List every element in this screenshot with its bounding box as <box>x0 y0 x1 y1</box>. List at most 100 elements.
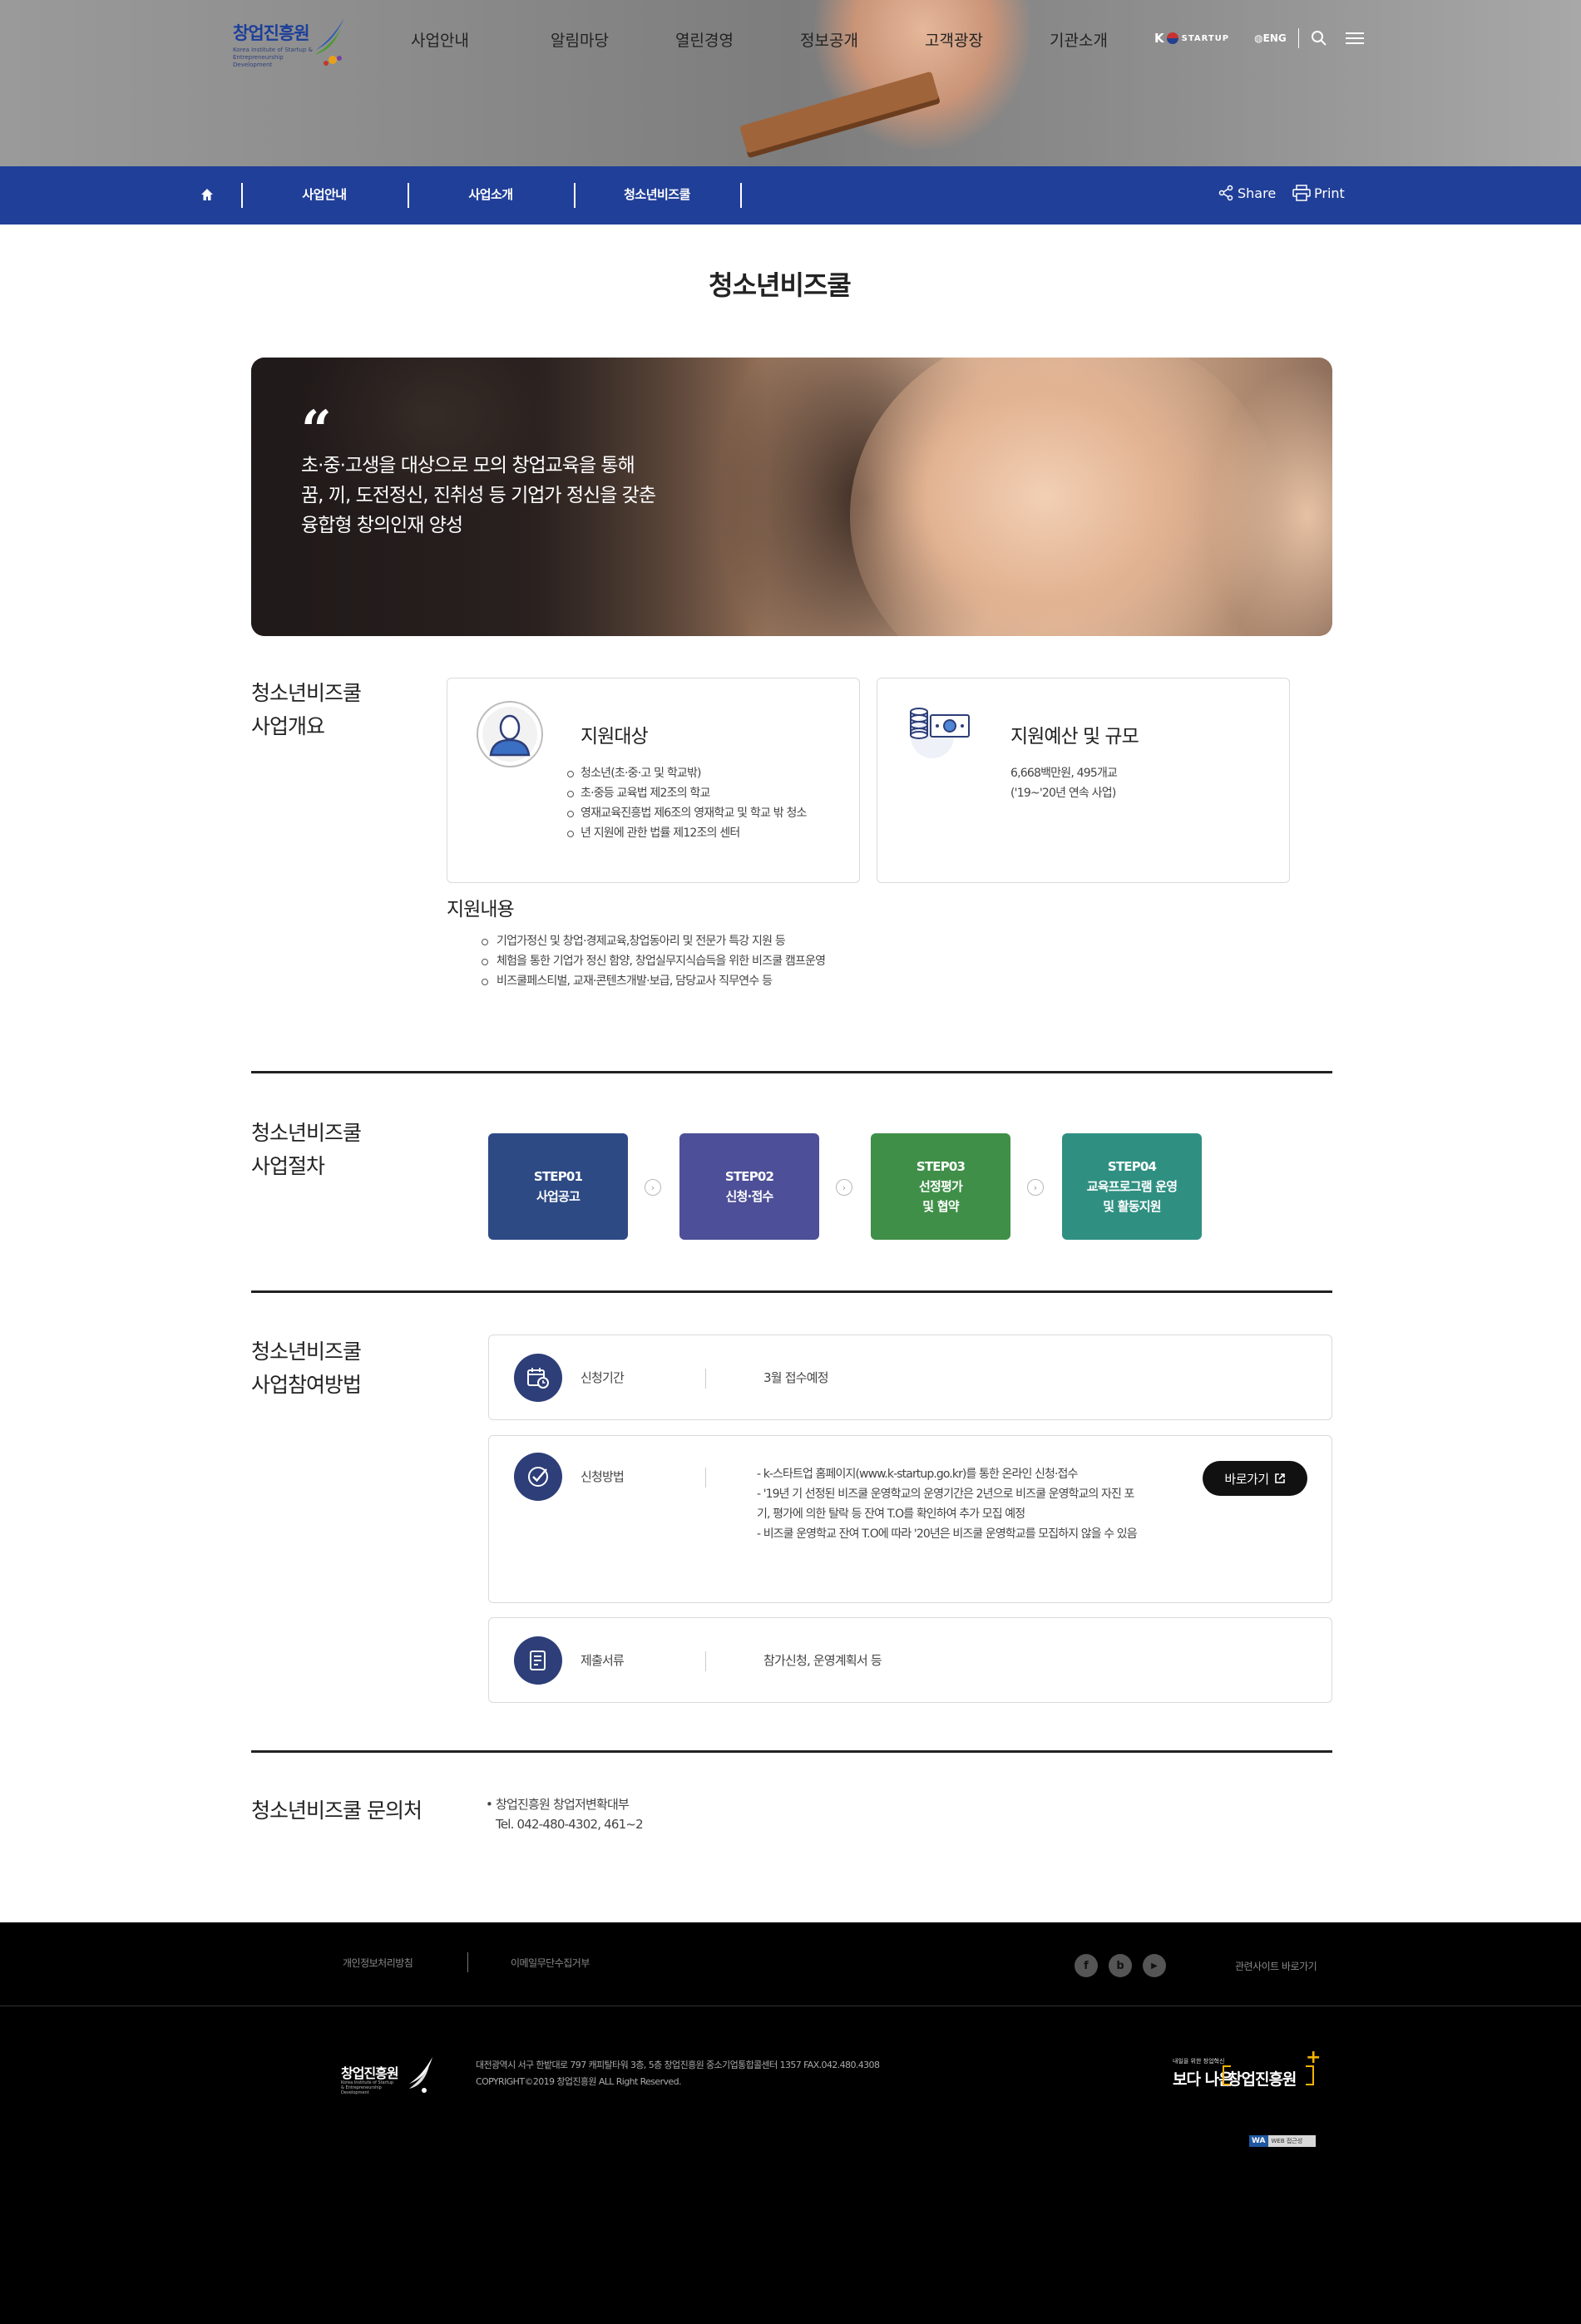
step-card-3[interactable]: STEP03 선정평가 및 협약 <box>871 1133 1010 1240</box>
procedure-title-line: 청소년비즈쿨 <box>251 1121 362 1145</box>
wa-text: WEB 접근성 <box>1271 2138 1303 2144</box>
kstartup-link[interactable]: K STARTUP <box>1154 31 1229 46</box>
participation-title-line: 사업참여방법 <box>251 1373 362 1397</box>
step-label: 신청·접수 <box>725 1189 774 1204</box>
method-label: 신청방법 <box>581 1469 625 1484</box>
support-list: 기업가정신 및 창업·경제교육,창업동아리 및 전문가 특강 지원 등 체험을 … <box>480 931 826 991</box>
step-arrow-icon: › <box>836 1179 852 1196</box>
gnb-item-about[interactable]: 기관소개 <box>1016 28 1141 51</box>
location-item-introduction[interactable]: 사업소개 <box>409 185 572 203</box>
kstartup-emblem-icon <box>1166 32 1178 44</box>
step-card-1[interactable]: STEP01 사업공고 <box>488 1133 628 1240</box>
print-button[interactable]: Print <box>1292 185 1345 201</box>
list-item: 비즈쿨페스티벌, 교재·콘텐츠개발·보급, 담당교사 직무연수 등 <box>480 971 825 991</box>
gnb-item-customer[interactable]: 고객광장 <box>892 28 1016 51</box>
hamburger-menu-icon[interactable] <box>1345 31 1364 46</box>
documents-box: 제출서류 참가신청, 운영계획서 등 <box>488 1617 1332 1703</box>
list-item: 영재교육진흥법 제6조의 영재학교 및 학교 밖 청소 <box>564 803 847 823</box>
list-item: 초·중등 교육법 제2조의 학교 <box>564 783 847 803</box>
web-accessibility-mark: WA WEB 접근성 <box>1249 2135 1316 2147</box>
calendar-clock-icon <box>514 1354 562 1402</box>
step-number: STEP02 <box>724 1169 774 1184</box>
brand-slogan-logo: 내일을 위한 창업혁신 보다 나은 창업진흥원 + <box>1173 2047 1321 2105</box>
overview-title-line: 청소년비즈쿨 <box>251 681 362 705</box>
step-arrow-icon: › <box>645 1179 661 1196</box>
english-link[interactable]: ◍ENG <box>1254 32 1287 44</box>
contact-info: • 창업진흥원 창업저변확대부 Tel. 042-480-4302, 461~2 <box>486 1794 644 1834</box>
share-label: Share <box>1238 185 1277 201</box>
go-link-button[interactable]: 바로가기 <box>1203 1461 1307 1496</box>
hero-message: 초·중·고생을 대상으로 모의 창업교육을 통해 꿈, 끼, 도전정신, 진취성… <box>301 451 717 540</box>
external-link-icon <box>1274 1473 1285 1483</box>
section-divider <box>251 1750 1332 1753</box>
location-divider <box>740 183 742 208</box>
target-card: 지원대상 청소년(초·중·고 및 학교밖) 초·중등 교육법 제2조의 학교 영… <box>447 678 860 883</box>
quote-icon: “ <box>301 399 332 461</box>
page-title: 청소년비즈쿨 <box>709 269 852 301</box>
gnb-item-open-management[interactable]: 열린경영 <box>642 28 767 51</box>
method-line: - 비즈쿨 운영학교 잔여 T.O에 따라 '20년은 비즈쿨 운영학교를 모집… <box>757 1527 1138 1541</box>
documents-label: 제출서류 <box>581 1653 625 1668</box>
target-title: 지원대상 <box>581 726 649 748</box>
hero-line: 초·중·고생을 대상으로 모의 창업교육을 통해 <box>301 455 635 476</box>
privacy-policy-link[interactable]: 개인정보처리방침 <box>343 1956 413 1970</box>
footer-logo-subtext: Korea Institute of Startup & Entrepreneu… <box>341 2080 394 2095</box>
period-box: 신청기간 3월 접수예정 <box>488 1335 1332 1420</box>
money-icon <box>910 708 970 758</box>
step-number: STEP04 <box>1107 1159 1157 1174</box>
search-icon[interactable] <box>1311 30 1327 47</box>
hero-banner: “ 초·중·고생을 대상으로 모의 창업교육을 통해 꿈, 끼, 도전정신, 진… <box>251 358 1332 636</box>
step-label: 사업공고 <box>536 1189 581 1204</box>
gnb-item-business[interactable]: 사업안내 <box>393 28 517 51</box>
target-list: 청소년(초·중·고 및 학교밖) 초·중등 교육법 제2조의 학교 영재교육진흥… <box>564 763 847 843</box>
brand-small-text: 내일을 위한 창업혁신 <box>1173 2058 1225 2065</box>
period-value: 3월 접수예정 <box>763 1370 829 1385</box>
gnb-item-notice[interactable]: 알림마당 <box>517 28 642 51</box>
brand-bracket-right <box>1306 2065 1314 2085</box>
support-title: 지원내용 <box>447 899 515 920</box>
list-item: 기업가정신 및 창업·경제교육,창업동아리 및 전문가 특강 지원 등 <box>480 931 825 951</box>
section-divider <box>251 1071 1332 1073</box>
site-logo[interactable]: 창업진흥원 Korea Institute of Startup & Entre… <box>231 17 348 70</box>
contact-section-title: 청소년비즈쿨 문의처 <box>251 1799 422 1823</box>
share-icon <box>1218 185 1233 201</box>
kstartup-k: K <box>1154 31 1165 46</box>
footer-logo-text: 창업진흥원 <box>341 2065 399 2081</box>
hero-line: 꿈, 끼, 도전정신, 진취성 등 기업가 정신을 갖춘 <box>301 485 656 506</box>
list-item: 체험을 통한 기업가 정신 함양, 창업실무지식습득을 위한 비즈쿨 캠프운영 <box>480 951 826 971</box>
english-label: ENG <box>1262 32 1287 44</box>
blog-icon[interactable]: b <box>1109 1954 1132 1977</box>
period-divider <box>705 1369 706 1389</box>
location-item-bizcool[interactable]: 청소년비즈쿨 <box>576 185 739 203</box>
budget-title: 지원예산 및 규모 <box>1010 726 1139 748</box>
step-card-2[interactable]: STEP02 신청·접수 <box>679 1133 819 1240</box>
home-icon[interactable] <box>200 187 215 202</box>
method-text: - k-스타트업 홈페이지(www.k-startup.go.kr)를 통한 온… <box>757 1464 1189 1544</box>
list-item: 청소년(초·중·고 및 학교밖) <box>564 763 847 783</box>
header-utility: K STARTUP ◍ENG <box>1154 28 1364 48</box>
youtube-icon[interactable]: ▶ <box>1143 1954 1166 1977</box>
footer-logo: 창업진흥원 Korea Institute of Startup & Entre… <box>341 2055 432 2095</box>
globe-icon: ◍ <box>1254 32 1263 44</box>
facebook-icon[interactable]: f <box>1075 1954 1098 1977</box>
budget-card: 지원예산 및 규모 6,668백만원, 495개교 ('19~'20년 연속 사… <box>877 678 1290 883</box>
location-item-business[interactable]: 사업안내 <box>243 185 406 203</box>
share-button[interactable]: Share <box>1218 185 1276 201</box>
email-policy-link[interactable]: 이메일무단수집거부 <box>511 1956 590 1970</box>
print-label: Print <box>1314 185 1345 201</box>
gnb-item-disclosure[interactable]: 정보공개 <box>767 28 892 51</box>
step-card-4[interactable]: STEP04 교육프로그램 운영 및 활동지원 <box>1062 1133 1202 1240</box>
procedure-title-line: 사업절차 <box>251 1154 325 1178</box>
documents-divider <box>705 1651 706 1671</box>
related-sites-link[interactable]: 관련사이트 바로가기 <box>1235 1959 1317 1973</box>
documents-value: 참가신청, 운영계획서 등 <box>763 1653 882 1668</box>
budget-text: 6,668백만원, 495개교 ('19~'20년 연속 사업) <box>1010 763 1118 803</box>
contact-line: • 창업진흥원 창업저변확대부 <box>486 1797 630 1812</box>
footer-link-divider <box>467 1952 468 1972</box>
logo-subtext: Korea Institute of Startup & Entrepreneu… <box>233 47 314 68</box>
logo-swoosh-icon <box>314 18 344 66</box>
step-label: 선정평가 <box>918 1179 963 1194</box>
document-icon <box>514 1636 562 1685</box>
step-number: STEP03 <box>916 1159 966 1174</box>
step-arrow-icon: › <box>1027 1179 1044 1196</box>
